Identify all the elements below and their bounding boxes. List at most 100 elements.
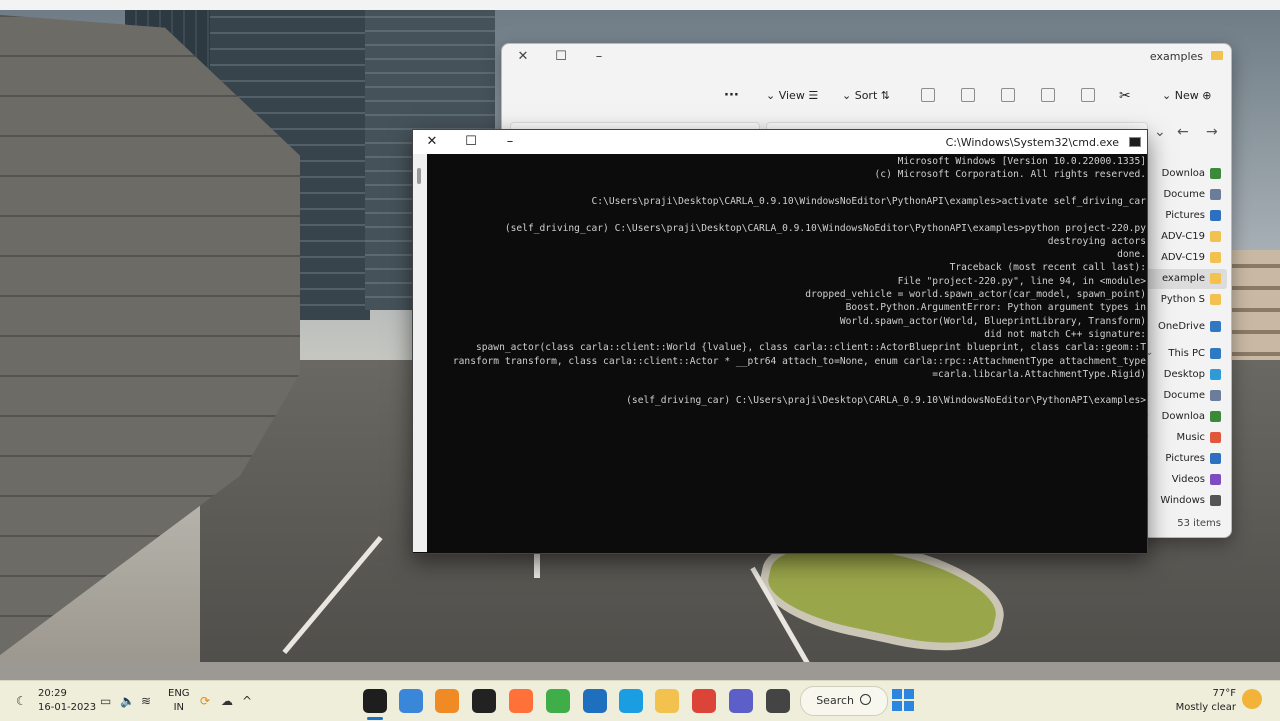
cmd-scrollbar[interactable] [413, 154, 427, 552]
cmd-line: (self_driving_car) C:\Users\praji\Deskto… [626, 395, 1146, 407]
nav-item[interactable]: This PC ⌄ [1145, 344, 1227, 364]
scrollbar-thumb[interactable] [417, 168, 421, 184]
chevron-down-icon: ⌄ [766, 89, 779, 102]
close-icon[interactable]: ✕ [413, 130, 451, 154]
language-secondary[interactable]: IN [168, 702, 184, 713]
start-button[interactable] [892, 689, 914, 711]
desktop-icon [1210, 369, 1221, 380]
lane-marking [534, 552, 540, 578]
teams-app-icon[interactable] [729, 689, 753, 713]
clock-time[interactable]: 20:29 [38, 688, 67, 699]
cmd-app-icon[interactable] [363, 689, 387, 713]
paste-icon[interactable] [1041, 88, 1055, 102]
editor-status-strip [0, 662, 1280, 680]
nav-item-label: Music [1176, 432, 1205, 443]
new-button[interactable]: ⌄ New ⊕ [1162, 84, 1211, 108]
weather-desc[interactable]: Mostly clear [1170, 702, 1236, 713]
cmd-line: Microsoft Windows [Version 10.0.22000.13… [897, 156, 1146, 167]
sort-button[interactable]: ⌄ Sort ⇅ [842, 84, 890, 108]
drive-icon [1210, 495, 1221, 506]
volume-icon[interactable]: 🔈 [120, 694, 135, 708]
cut-icon[interactable]: ✂ [1119, 84, 1131, 108]
nav-item[interactable]: Python S [1145, 290, 1227, 310]
clock-date[interactable]: 16-01-2023 [38, 702, 96, 713]
download-icon [1210, 168, 1221, 179]
cmd-titlebar[interactable]: ✕ ☐ – C:\Windows\System32\cmd.exe [413, 130, 1147, 154]
notification-icon[interactable]: ☾ [16, 694, 27, 708]
nav-item[interactable]: Windows› [1145, 491, 1227, 511]
taskbar: ☾ 20:29 16-01-2023 ▭ 🔈 ≋ ENG IN ⟳ ☁ ^ 77… [0, 680, 1280, 721]
edge-app-icon[interactable] [619, 689, 643, 713]
battery-icon[interactable]: ▭ [100, 694, 111, 708]
nav-item[interactable]: Videos› [1145, 470, 1227, 490]
notepad-app-icon[interactable] [399, 689, 423, 713]
maximize-icon[interactable]: ☐ [544, 46, 578, 68]
nav-item[interactable]: Downloa [1145, 164, 1227, 184]
explorer-titlebar[interactable]: ✕ ☐ – examples [502, 44, 1231, 70]
nav-item[interactable]: OneDrive› [1145, 317, 1227, 337]
nav-item-label: Pictures [1165, 210, 1205, 221]
app-green-icon[interactable] [546, 689, 570, 713]
store-app-icon[interactable] [583, 689, 607, 713]
nav-item[interactable]: Pictures [1145, 206, 1227, 226]
cmd-line: dropped_vehicle = world.spawn_actor(car_… [782, 289, 1146, 300]
cmd-icon [1129, 137, 1141, 147]
search-icon [860, 694, 871, 705]
folder-icon [1210, 273, 1221, 284]
weather-moon-icon[interactable] [1242, 689, 1262, 709]
sublime-app-icon[interactable] [435, 689, 459, 713]
nav-item-label: OneDrive [1157, 321, 1205, 332]
nav-item[interactable]: ADV-C19 [1145, 248, 1227, 268]
nav-item-label: Pictures [1165, 453, 1205, 464]
weather-temp[interactable]: 77°F [1180, 688, 1236, 699]
nav-item[interactable]: Music› [1145, 428, 1227, 448]
cmd-line: done. [1117, 249, 1146, 261]
delete-icon[interactable] [921, 88, 935, 102]
chevron-down-icon: ⌄ [1162, 89, 1175, 102]
maximize-icon[interactable]: ☐ [452, 130, 490, 154]
close-icon[interactable]: ✕ [506, 46, 540, 68]
firefox-app-icon[interactable] [509, 689, 533, 713]
back-arrow-icon[interactable]: → [1206, 124, 1218, 140]
cmd-window: ✕ ☐ – C:\Windows\System32\cmd.exe Micros… [412, 129, 1148, 554]
sync-icon[interactable]: ⟳ [200, 694, 210, 708]
nav-item-label: Downloa [1161, 411, 1205, 422]
file-explorer-app-icon[interactable] [655, 689, 679, 713]
language-primary[interactable]: ENG [168, 688, 190, 699]
search-label: Search [816, 694, 854, 707]
chrome-app-icon[interactable] [692, 689, 716, 713]
minimize-icon[interactable]: – [491, 130, 529, 154]
app-window-icon[interactable] [766, 689, 790, 713]
download-icon [1210, 411, 1221, 422]
chevron-down-icon: ⌄ [842, 89, 855, 102]
navigation-pane: Downloa Docume Pictures ADV-C19 ADV-C19 examp… [1145, 154, 1231, 537]
nav-item[interactable]: Downloa› [1145, 407, 1227, 427]
nav-item-label: Docume [1163, 189, 1205, 200]
copy-icon[interactable] [1081, 88, 1095, 102]
chevron-up-icon[interactable]: ^ [242, 694, 252, 708]
view-button[interactable]: ⌄ View ☰ [766, 84, 818, 108]
nav-item[interactable]: example [1145, 269, 1227, 289]
chevron-down-icon[interactable]: ⌄ [1154, 124, 1166, 140]
nav-item-label: Python S [1160, 294, 1205, 305]
folder-icon [1210, 252, 1221, 263]
nav-item[interactable]: ADV-C19 [1145, 227, 1227, 247]
taskbar-search[interactable]: Search [800, 686, 888, 716]
wifi-icon[interactable]: ≋ [141, 694, 151, 708]
nav-item[interactable]: Pictures› [1145, 449, 1227, 469]
nav-item[interactable]: Desktop› [1145, 365, 1227, 385]
nav-item-label: ADV-C19 [1161, 252, 1205, 263]
forward-arrow-icon[interactable]: ← [1177, 124, 1189, 140]
cloud-icon[interactable]: ☁ [221, 694, 233, 708]
rename-icon[interactable] [1001, 88, 1015, 102]
unreal-app-icon[interactable] [472, 689, 496, 713]
cloud-icon [1210, 321, 1221, 332]
nav-item[interactable]: Docume [1145, 185, 1227, 205]
status-item-count: 53 items [1177, 518, 1221, 529]
nav-item[interactable]: Docume› [1145, 386, 1227, 406]
more-options-button[interactable]: ··· [724, 84, 739, 108]
share-icon[interactable] [961, 88, 975, 102]
view-label: View [778, 89, 805, 102]
cmd-output[interactable]: Microsoft Windows [Version 10.0.22000.13… [427, 154, 1146, 552]
minimize-icon[interactable]: – [582, 46, 616, 68]
